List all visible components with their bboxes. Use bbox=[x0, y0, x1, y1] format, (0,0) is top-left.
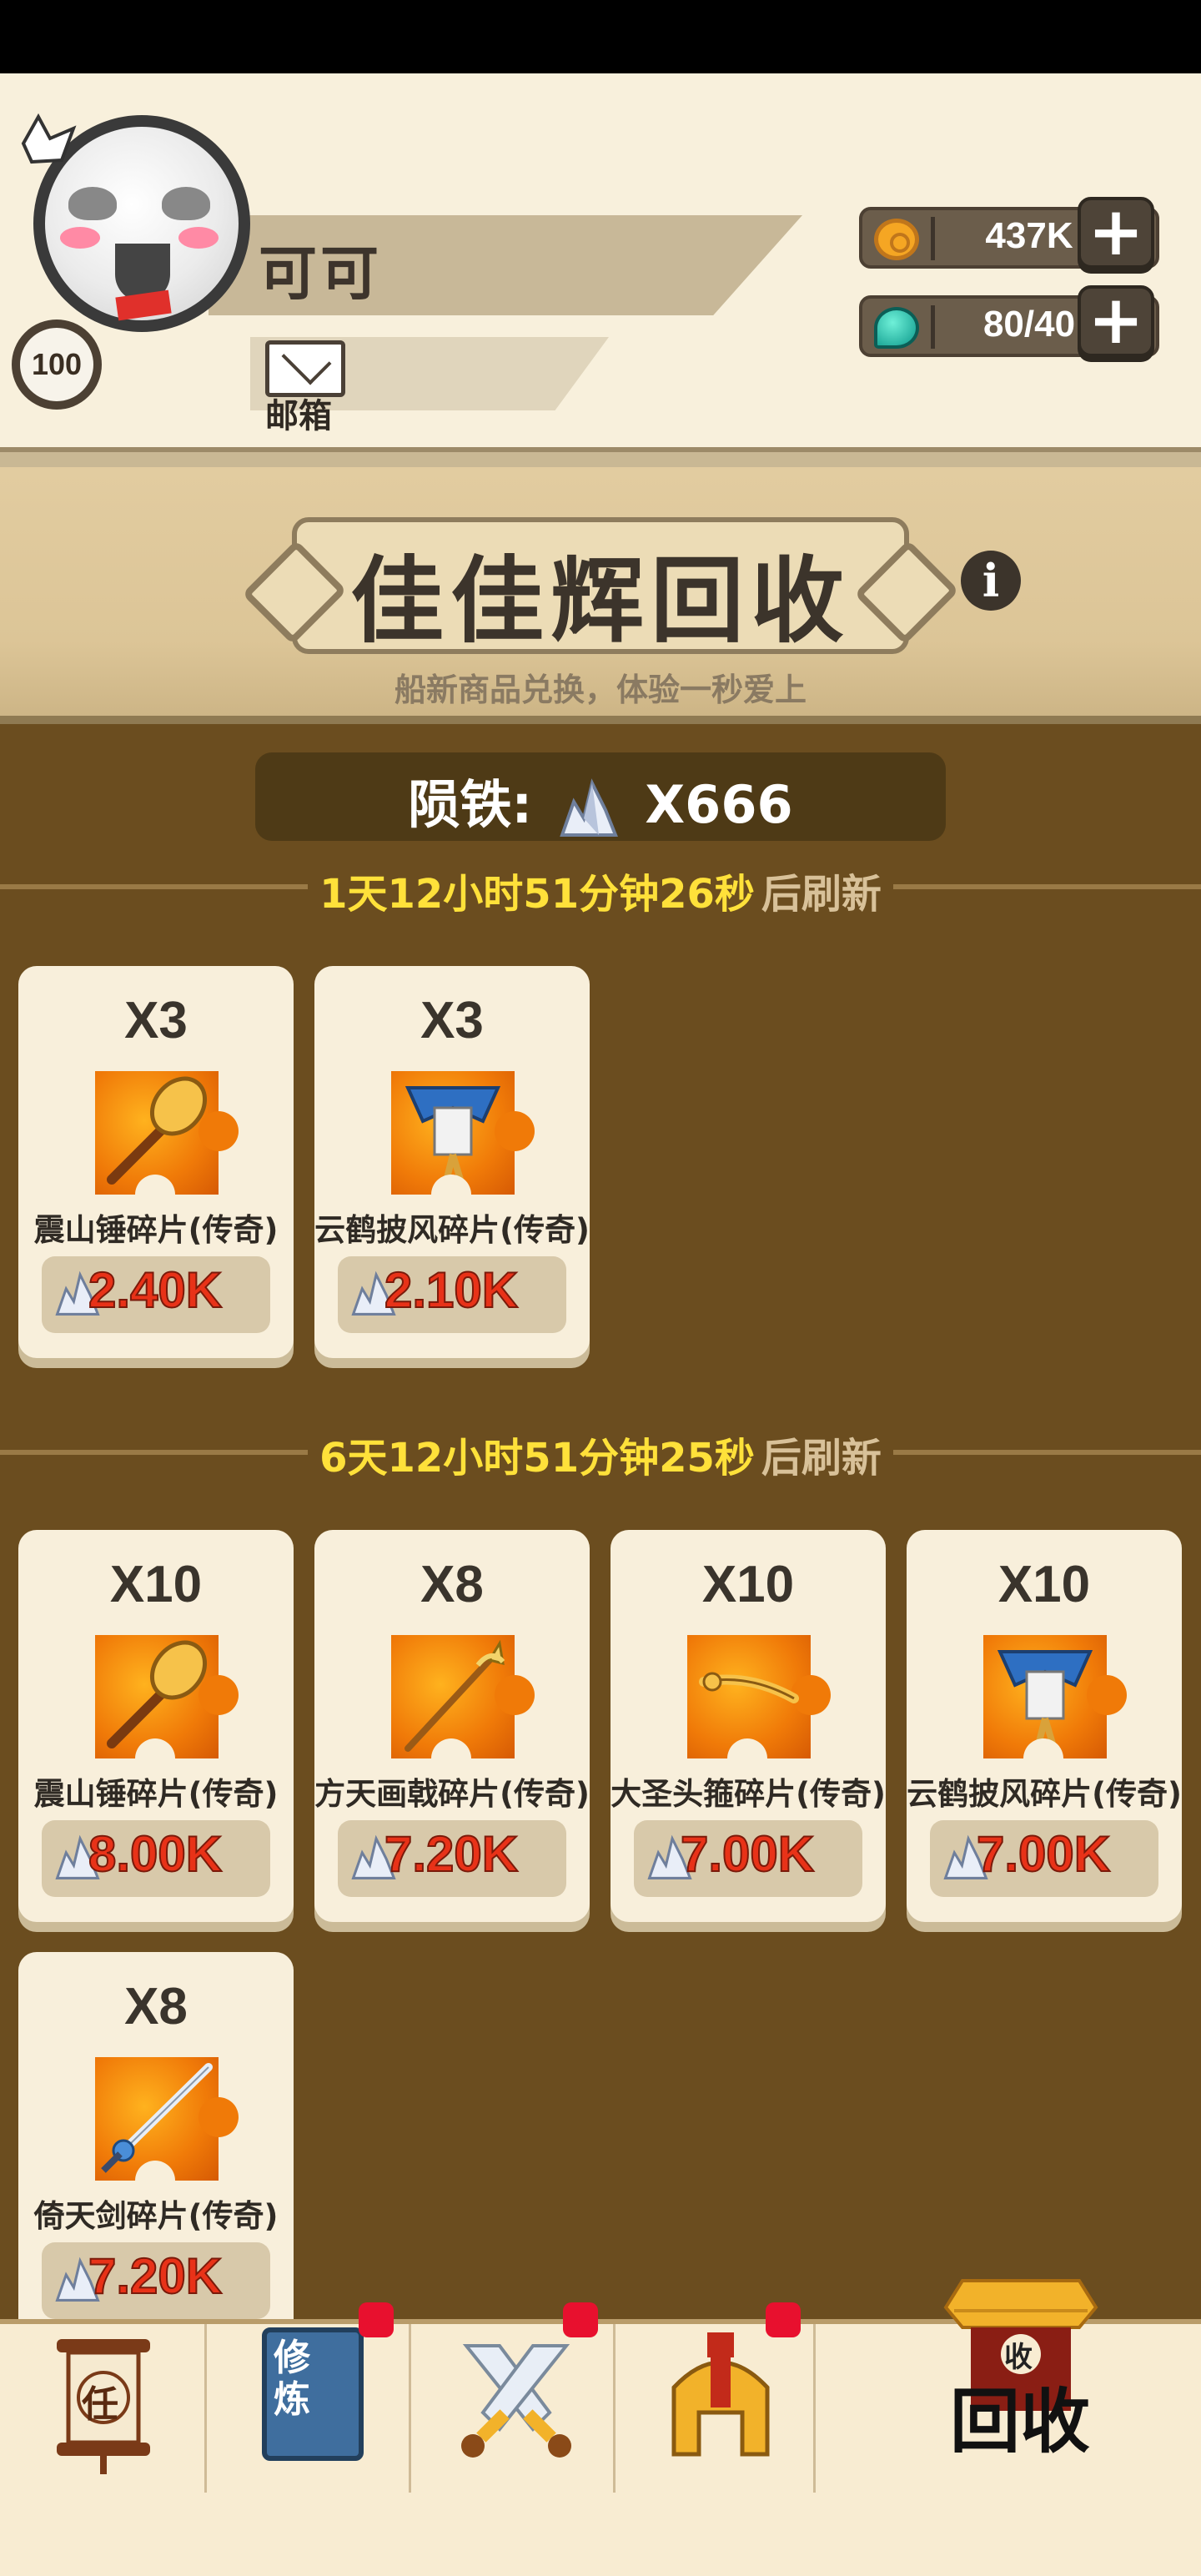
item-price: 7.00K bbox=[680, 1825, 815, 1883]
item-quantity: X3 bbox=[420, 992, 484, 1049]
refresh-suffix: 后刷新 bbox=[761, 1435, 893, 1482]
avatar-blush bbox=[60, 227, 100, 249]
level-badge: 100 bbox=[12, 319, 102, 410]
item-name: 大圣头箍碎片(传奇) bbox=[611, 1776, 886, 1812]
fragment-frame bbox=[391, 1635, 535, 1779]
fragment-frame bbox=[687, 1635, 831, 1779]
hammer-icon bbox=[107, 1076, 208, 1185]
item-price: 2.40K bbox=[88, 1261, 223, 1319]
status-bar bbox=[0, 0, 1201, 73]
shop-item-card[interactable]: X8 方天画戟碎片(传奇) 7.20K bbox=[314, 1530, 590, 1922]
player-avatar-button[interactable]: 100 bbox=[12, 113, 250, 415]
item-price: 7.00K bbox=[976, 1825, 1111, 1883]
sword-icon bbox=[101, 2063, 213, 2173]
item-quantity: X8 bbox=[420, 1556, 484, 1613]
book-icon: 修炼 bbox=[262, 2327, 364, 2461]
shop-item-card[interactable]: X3 云鹤披风碎片(传奇) 2.10K bbox=[314, 966, 590, 1358]
crossed-swords-icon bbox=[461, 2344, 571, 2458]
item-name: 震山锤碎片(传奇) bbox=[33, 1776, 279, 1812]
item-name: 云鹤披风碎片(传奇) bbox=[314, 1212, 590, 1248]
shop-title: 佳佳辉回收 bbox=[350, 547, 851, 656]
fragment-frame bbox=[391, 1071, 535, 1215]
refresh-suffix: 后刷新 bbox=[761, 871, 893, 918]
shop-item-card[interactable]: X3 震山锤碎片(传奇) 2.40K bbox=[18, 966, 294, 1358]
item-price: 7.20K bbox=[88, 2247, 223, 2305]
shop-subtitle: 船新商品兑换，体验一秒爱上 bbox=[394, 672, 807, 708]
nav-tab-recycle[interactable]: 收 回收 bbox=[816, 2279, 1201, 2493]
task-glyph: 任 bbox=[82, 2383, 118, 2426]
avatar-eye bbox=[162, 187, 210, 220]
coin-icon bbox=[874, 219, 919, 260]
info-button[interactable]: i bbox=[961, 551, 1021, 611]
panel-border bbox=[0, 447, 1201, 467]
item-quantity: X10 bbox=[701, 1556, 795, 1613]
refresh-timer-1: 1天12小时51分钟26秒 后刷新 bbox=[0, 861, 1201, 919]
item-quantity: X10 bbox=[109, 1556, 203, 1613]
nav-tab-equipment[interactable] bbox=[616, 2302, 816, 2493]
player-name: 可可 bbox=[259, 239, 382, 308]
item-name: 震山锤碎片(传奇) bbox=[33, 1212, 279, 1248]
helmet-icon bbox=[671, 2332, 770, 2457]
cloak-icon bbox=[997, 1650, 1093, 1753]
item-quantity: X8 bbox=[124, 1978, 188, 2035]
train-label: 修炼 bbox=[274, 2337, 310, 2421]
add-energy-button[interactable]: + bbox=[1078, 285, 1154, 357]
shop-item-card[interactable]: X10 云鹤披风碎片(传奇) 7.00K bbox=[907, 1530, 1182, 1922]
energy-gem-icon bbox=[874, 307, 919, 349]
shop-item-card[interactable]: X10 大圣头箍碎片(传奇) 7.00K bbox=[611, 1530, 886, 1922]
currency-value: X666 bbox=[645, 774, 793, 835]
fragment-frame bbox=[95, 1635, 239, 1779]
notification-dot bbox=[766, 2302, 801, 2337]
currency-label: 陨铁: bbox=[408, 774, 533, 835]
shop-item-card[interactable]: X8 倚天剑碎片(传奇) 7.20K bbox=[18, 1952, 294, 2344]
item-price: 8.00K bbox=[88, 1825, 223, 1883]
item-name: 云鹤披风碎片(传奇) bbox=[907, 1776, 1182, 1812]
currency-display: 陨铁: X666 bbox=[255, 762, 946, 840]
refresh-timer-2: 6天12小时51分钟25秒 后刷新 bbox=[0, 1425, 1201, 1483]
nav-tab-training[interactable]: 修炼 bbox=[207, 2302, 411, 2493]
recycle-label: 回收 bbox=[949, 2381, 1090, 2463]
fragment-frame bbox=[95, 2057, 239, 2201]
avatar-eye bbox=[68, 187, 117, 220]
fragment-frame bbox=[983, 1635, 1127, 1779]
notification-dot bbox=[563, 2302, 598, 2337]
item-name: 倚天剑碎片(传奇) bbox=[33, 2198, 279, 2234]
notification-dot bbox=[359, 2302, 394, 2337]
avatar-blush bbox=[178, 227, 219, 249]
item-price: 7.20K bbox=[384, 1825, 519, 1883]
shop-item-card[interactable]: X10 震山锤碎片(传奇) 8.00K bbox=[18, 1530, 294, 1922]
hammer-icon bbox=[107, 1640, 208, 1748]
item-quantity: X10 bbox=[997, 1556, 1091, 1613]
gesture-area bbox=[0, 2493, 1201, 2576]
item-quantity: X3 bbox=[124, 992, 188, 1049]
headband-icon bbox=[699, 1672, 799, 1703]
cloak-icon bbox=[405, 1086, 501, 1190]
nav-tab-task[interactable]: 任 bbox=[0, 2324, 207, 2493]
item-name: 方天画戟碎片(传奇) bbox=[314, 1776, 590, 1812]
mail-label: 邮箱 bbox=[265, 397, 332, 435]
avatar-hair-icon bbox=[21, 113, 77, 164]
meteorite-icon bbox=[559, 778, 618, 837]
nav-tab-battle[interactable] bbox=[411, 2302, 616, 2493]
halberd-icon bbox=[405, 1639, 505, 1752]
refresh-time: 1天12小时51分钟26秒 bbox=[308, 871, 761, 918]
item-price: 2.10K bbox=[384, 1261, 519, 1319]
add-coins-button[interactable]: + bbox=[1078, 197, 1154, 269]
fragment-frame bbox=[95, 1071, 239, 1215]
refresh-time: 6天12小时51分钟25秒 bbox=[308, 1435, 761, 1482]
